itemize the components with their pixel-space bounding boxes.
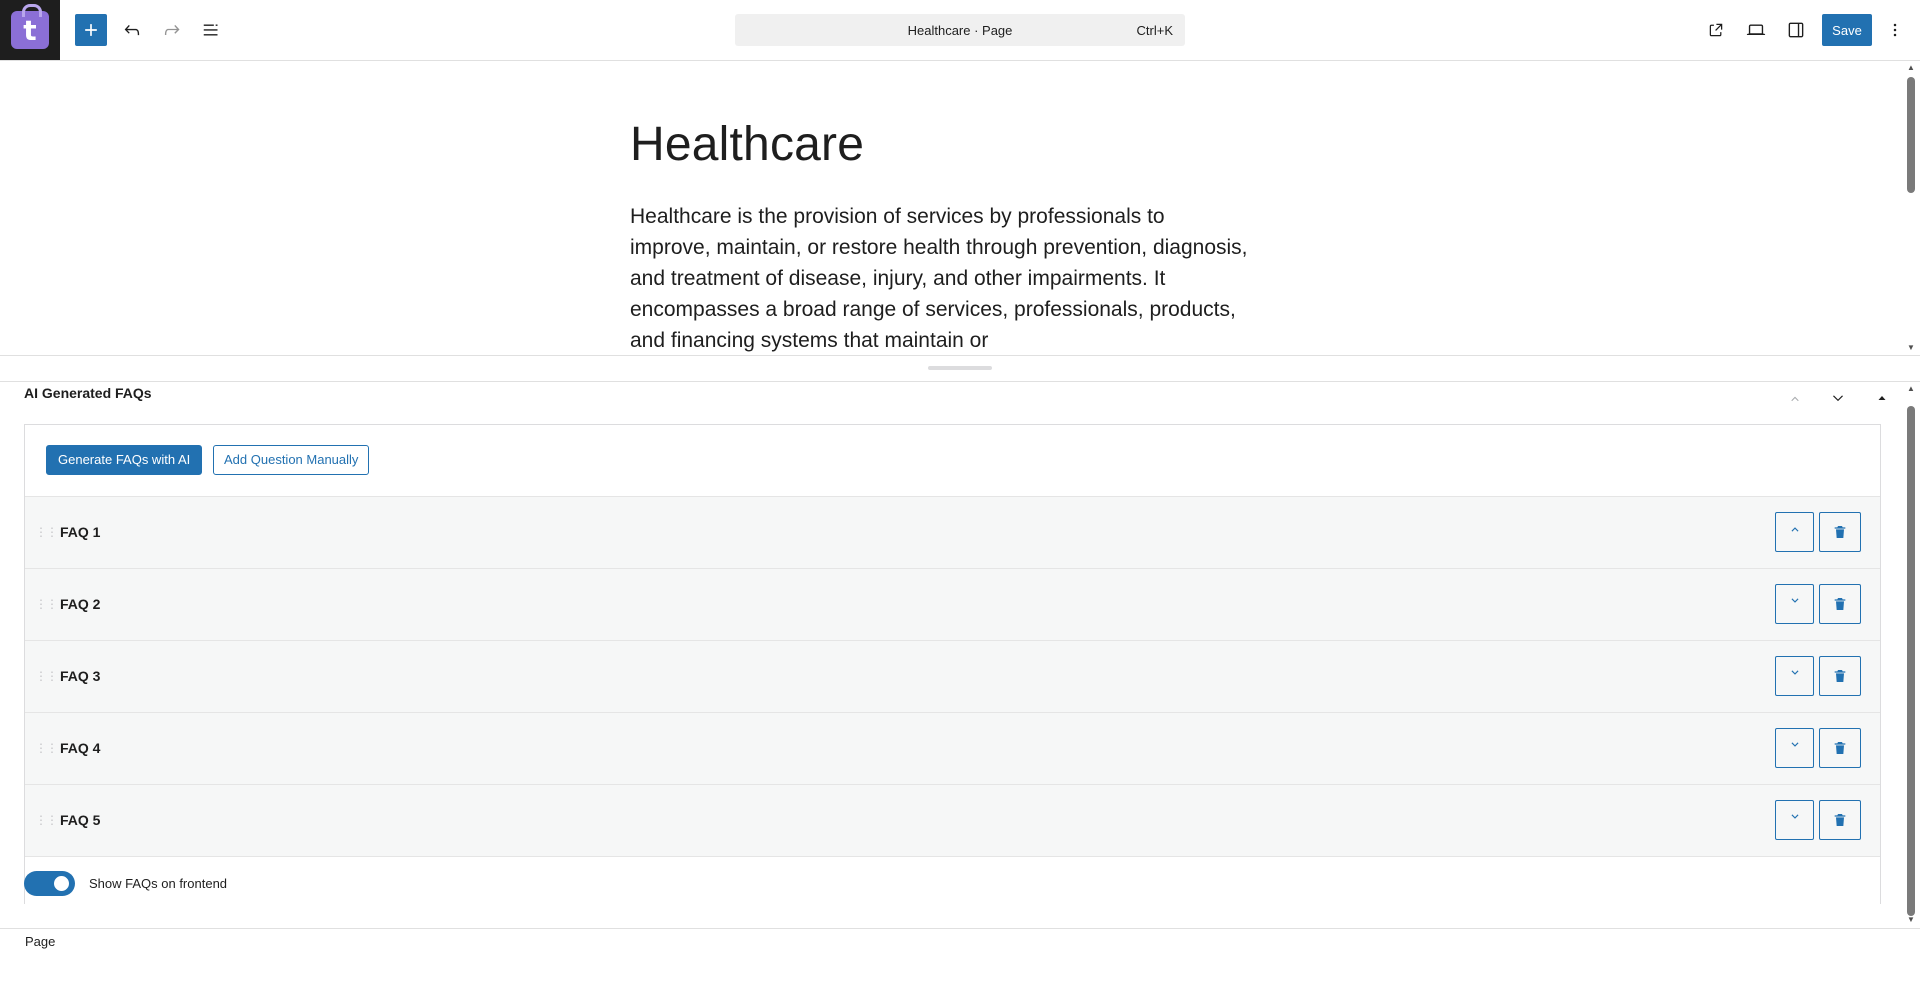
drag-handle-icon[interactable]: ⋮⋮ bbox=[35, 669, 58, 683]
metabox-scroll-up-arrow[interactable]: ▲ bbox=[1906, 384, 1916, 394]
show-faqs-label: Show FAQs on frontend bbox=[89, 876, 228, 891]
metabox-toggle-button[interactable] bbox=[1872, 388, 1892, 408]
editor-canvas: Healthcare Healthcare is the provision o… bbox=[0, 61, 1920, 356]
list-view-icon bbox=[203, 24, 218, 36]
post-content: Healthcare Healthcare is the provision o… bbox=[630, 121, 1270, 356]
settings-sidebar-button[interactable] bbox=[1780, 12, 1812, 48]
view-page-button[interactable] bbox=[1700, 12, 1732, 48]
faq-delete-button[interactable] bbox=[1819, 656, 1861, 696]
faq-metabox: Generate FAQs with AI Add Question Manua… bbox=[24, 424, 1881, 905]
more-vertical-icon bbox=[1893, 23, 1897, 37]
drag-handle-icon[interactable]: ⋮⋮ bbox=[35, 741, 58, 755]
faq-actions: Generate FAQs with AI Add Question Manua… bbox=[25, 425, 1880, 496]
metabox-resize-handle[interactable] bbox=[928, 366, 992, 370]
trash-icon bbox=[1834, 814, 1846, 826]
document-title: Healthcare · Page bbox=[907, 23, 1013, 38]
sidebar-icon bbox=[1788, 22, 1804, 38]
faq-label: FAQ 4 bbox=[60, 740, 101, 756]
desktop-icon bbox=[1746, 24, 1766, 36]
drag-handle-icon[interactable]: ⋮⋮ bbox=[35, 525, 58, 539]
document-overview-button[interactable] bbox=[196, 12, 228, 48]
chevron-down-icon bbox=[1791, 670, 1798, 675]
chevron-down-icon bbox=[1791, 742, 1798, 747]
add-question-button[interactable]: Add Question Manually bbox=[213, 445, 370, 475]
faq-label: FAQ 3 bbox=[60, 668, 101, 684]
redo-icon bbox=[164, 24, 180, 36]
chevron-up-icon bbox=[1791, 396, 1799, 402]
site-logo-button[interactable]: t bbox=[0, 0, 60, 60]
generate-faqs-button[interactable]: Generate FAQs with AI bbox=[46, 445, 203, 475]
faq-expand-button[interactable] bbox=[1775, 800, 1814, 840]
faq-label: FAQ 1 bbox=[60, 524, 101, 540]
trash-icon bbox=[1834, 670, 1846, 682]
chevron-down-icon bbox=[1791, 814, 1798, 819]
faq-item[interactable]: ⋮⋮ FAQ 2 bbox=[25, 568, 1880, 640]
faq-label: FAQ 2 bbox=[60, 596, 101, 612]
faq-item[interactable]: ⋮⋮ FAQ 3 bbox=[25, 640, 1880, 712]
metabox-scroll-down-arrow[interactable]: ▼ bbox=[1906, 915, 1916, 925]
logo-letter: t bbox=[23, 13, 37, 47]
metaboxes-area: AI Generated FAQs ▲ ▼ Generate FAQs with… bbox=[0, 381, 1920, 929]
page-title[interactable]: Healthcare bbox=[630, 121, 1270, 169]
trash-icon bbox=[1834, 598, 1846, 610]
faq-item[interactable]: ⋮⋮ FAQ 5 bbox=[25, 784, 1880, 856]
toggle-knob bbox=[54, 876, 69, 891]
metabox-move-down-button[interactable] bbox=[1828, 388, 1848, 408]
drag-handle-icon[interactable]: ⋮⋮ bbox=[35, 813, 58, 827]
undo-button[interactable] bbox=[116, 12, 148, 48]
canvas-scroll-down-arrow[interactable]: ▼ bbox=[1906, 343, 1916, 353]
chevron-down-icon bbox=[1791, 598, 1798, 603]
faq-expand-button[interactable] bbox=[1775, 728, 1814, 768]
breadcrumb-page[interactable]: Page bbox=[25, 934, 55, 949]
shopping-bag-logo-icon: t bbox=[11, 4, 49, 49]
plus-icon bbox=[85, 24, 97, 36]
canvas-scrollbar-thumb[interactable] bbox=[1907, 77, 1915, 193]
chevron-up-icon bbox=[1791, 527, 1798, 532]
faq-collapse-button[interactable] bbox=[1775, 512, 1814, 552]
command-palette-button[interactable]: Healthcare · Page Ctrl+K bbox=[735, 14, 1185, 46]
block-breadcrumb-bar: Page bbox=[0, 928, 1920, 985]
metabox-move-up-button[interactable] bbox=[1785, 388, 1805, 408]
faq-delete-button[interactable] bbox=[1819, 584, 1861, 624]
metabox-title: AI Generated FAQs bbox=[24, 385, 152, 401]
editor-toolbar: t Healthcare · Page Ctrl+K Save bbox=[0, 0, 1920, 61]
canvas-scroll-up-arrow[interactable]: ▲ bbox=[1906, 63, 1916, 73]
undo-icon bbox=[124, 24, 140, 36]
trash-icon bbox=[1834, 526, 1846, 538]
trash-icon bbox=[1834, 742, 1846, 754]
faq-delete-button[interactable] bbox=[1819, 728, 1861, 768]
faq-delete-button[interactable] bbox=[1819, 800, 1861, 840]
paragraph-block[interactable]: Healthcare is the provision of services … bbox=[630, 201, 1250, 356]
command-shortcut: Ctrl+K bbox=[1136, 23, 1173, 38]
faq-item[interactable]: ⋮⋮ FAQ 1 bbox=[25, 496, 1880, 568]
metabox-resize-bar bbox=[0, 355, 1920, 381]
options-button[interactable] bbox=[1880, 12, 1910, 48]
external-link-icon bbox=[1709, 23, 1723, 37]
show-faqs-toggle[interactable] bbox=[24, 871, 75, 896]
preview-device-button[interactable] bbox=[1740, 12, 1772, 48]
faq-item[interactable]: ⋮⋮ FAQ 4 bbox=[25, 712, 1880, 784]
faq-label: FAQ 5 bbox=[60, 812, 101, 828]
faq-list: ⋮⋮ FAQ 1 ⋮⋮ FAQ 2 ⋮⋮ FAQ 3 ⋮⋮ FAQ 4 ⋮⋮ F… bbox=[25, 496, 1880, 856]
triangle-up-icon bbox=[1878, 396, 1886, 400]
faq-delete-button[interactable] bbox=[1819, 512, 1861, 552]
chevron-down-icon bbox=[1833, 395, 1843, 402]
faq-expand-button[interactable] bbox=[1775, 584, 1814, 624]
metabox-scrollbar-thumb[interactable] bbox=[1907, 406, 1915, 916]
save-button[interactable]: Save bbox=[1822, 14, 1872, 46]
add-block-button[interactable] bbox=[75, 14, 107, 46]
show-faqs-toggle-row: Show FAQs on frontend bbox=[24, 856, 1880, 905]
faq-expand-button[interactable] bbox=[1775, 656, 1814, 696]
drag-handle-icon[interactable]: ⋮⋮ bbox=[35, 597, 58, 611]
redo-button[interactable] bbox=[156, 12, 188, 48]
